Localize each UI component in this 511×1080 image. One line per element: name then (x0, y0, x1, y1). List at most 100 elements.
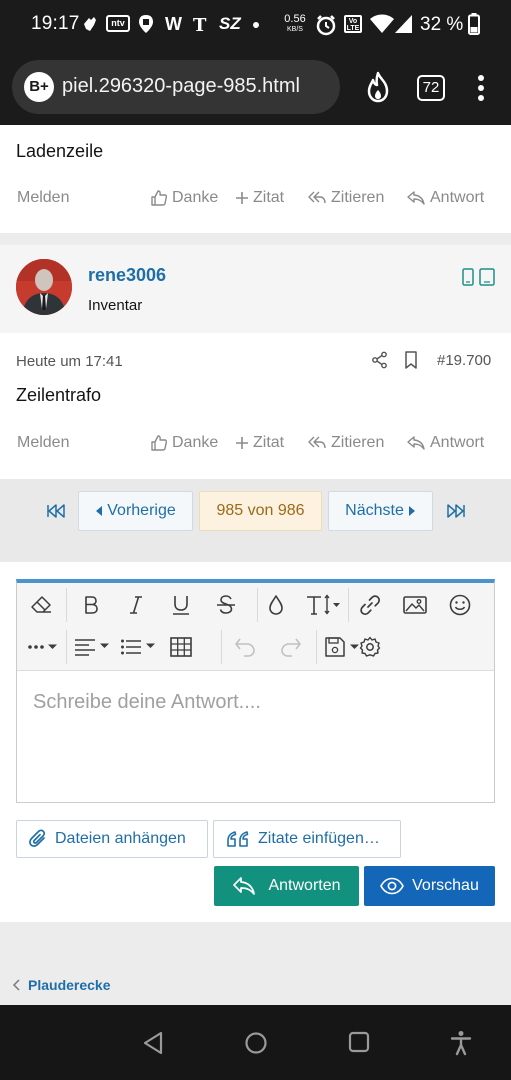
breadcrumb[interactable]: Plauderecke (12, 977, 111, 993)
thumbs-up-icon (151, 190, 168, 206)
alarm-icon (315, 14, 337, 36)
reply-icon (407, 436, 425, 450)
prev-label: Vorherige (107, 502, 176, 519)
redo-icon[interactable] (276, 632, 306, 662)
w-icon: W (165, 14, 182, 34)
submit-reply-button[interactable]: Antworten (214, 866, 359, 906)
report-link[interactable]: Melden (17, 189, 69, 207)
insert-quotes-button[interactable]: Zitate einfügen… (213, 820, 401, 858)
color-icon[interactable] (261, 590, 291, 620)
post-time[interactable]: Heute um 17:41 (16, 353, 123, 370)
browser-logo-icon[interactable]: B+ (24, 72, 54, 102)
bookmark-icon[interactable] (404, 351, 418, 369)
caret-left-icon (96, 506, 103, 516)
recents-icon[interactable] (348, 1031, 370, 1053)
hand-icon (80, 14, 100, 34)
reply-form: Schreibe deine Antwort.... Dateien anhän… (0, 562, 511, 922)
volte-icon: Vo LTE (344, 15, 362, 33)
image-icon[interactable] (400, 590, 430, 620)
quote-label: Zitat (253, 434, 285, 451)
table-icon[interactable] (166, 632, 196, 662)
like-label: Danke (172, 189, 219, 206)
post-zeilentrafo: rene3006 Inventar Heute um 17:41 #19.700… (0, 245, 511, 479)
quote-label: Zitat (253, 189, 285, 206)
first-page-icon[interactable] (46, 503, 66, 519)
toolbar-divider (221, 630, 222, 664)
flame-icon[interactable] (364, 71, 392, 103)
system-nav-bar (0, 1005, 511, 1080)
share-icon[interactable] (371, 351, 389, 369)
back-icon[interactable] (142, 1031, 164, 1055)
italic-icon[interactable] (121, 590, 151, 620)
next-page-button[interactable]: Nächste (328, 491, 433, 531)
emoji-icon[interactable] (445, 590, 475, 620)
more-menu-icon[interactable] (476, 74, 486, 102)
current-page-indicator[interactable]: 985 von 986 (199, 491, 322, 531)
preview-button[interactable]: Vorschau (364, 866, 495, 906)
prev-page-button[interactable]: Vorherige (78, 491, 193, 531)
address-bar[interactable]: B+ piel.296320-page-985.html (12, 60, 340, 114)
font-size-icon[interactable] (304, 590, 342, 620)
reply-quote-label: Zitieren (331, 189, 385, 206)
quote-button[interactable]: Zitat (235, 434, 284, 452)
insert-quotes-label: Zitate einfügen… (258, 830, 380, 847)
last-page-icon[interactable] (446, 503, 466, 519)
like-button[interactable]: Danke (150, 434, 218, 452)
reply-quote-button[interactable]: Zitieren (307, 189, 384, 207)
browser-toolbar: B+ piel.296320-page-985.html 72 (0, 50, 511, 125)
attach-files-label: Dateien anhängen (55, 830, 186, 847)
editor-toolbar (17, 583, 494, 671)
svg-text:T: T (193, 15, 207, 34)
reply-icon (407, 191, 425, 205)
quote-button[interactable]: Zitat (235, 189, 284, 207)
post-author: rene3006 Inventar (0, 245, 511, 333)
post-ladenzeile: Ladenzeile Melden Danke Zitat Zitieren A… (0, 125, 511, 233)
like-button[interactable]: Danke (150, 189, 218, 207)
reply-icon (233, 877, 256, 895)
net-speed: 0.56 KB/S (284, 13, 306, 34)
status-bar: 19:17 ntv W T SZ 0.56 KB/S Vo LTE 32 % (0, 0, 511, 50)
author-name[interactable]: rene3006 (88, 265, 166, 286)
preview-label: Vorschau (412, 877, 479, 894)
status-time: 19:17 (31, 13, 80, 34)
quote-icon (227, 831, 249, 847)
battery-icon (468, 13, 480, 35)
settings-icon[interactable] (355, 632, 385, 662)
home-icon[interactable] (244, 1031, 268, 1055)
toolbar-divider (66, 588, 67, 622)
reply-button[interactable]: Antwort (406, 189, 484, 207)
bold-icon[interactable] (76, 590, 106, 620)
align-icon[interactable] (73, 632, 113, 662)
attach-files-button[interactable]: Dateien anhängen (16, 820, 208, 858)
underline-icon[interactable] (166, 590, 196, 620)
toolbar-divider (316, 630, 317, 664)
avatar[interactable] (16, 259, 72, 315)
list-icon[interactable] (119, 632, 159, 662)
next-label: Nächste (345, 502, 404, 519)
signal-icon (395, 14, 413, 34)
strikethrough-icon[interactable] (211, 590, 241, 620)
chevron-left-icon (12, 979, 20, 991)
report-link[interactable]: Melden (17, 434, 69, 452)
like-label: Danke (172, 434, 219, 451)
tab-switcher[interactable]: 72 (417, 75, 445, 101)
url-text[interactable]: piel.296320-page-985.html (62, 75, 300, 98)
post-text: Ladenzeile (16, 141, 104, 161)
plus-icon (236, 192, 248, 204)
more-icon[interactable] (27, 632, 61, 662)
accessibility-icon[interactable] (450, 1030, 472, 1056)
wifi-icon (370, 14, 394, 34)
reply-input[interactable]: Schreibe deine Antwort.... (33, 691, 261, 714)
link-icon[interactable] (355, 590, 385, 620)
toolbar-divider (66, 630, 67, 664)
breadcrumb-label[interactable]: Plauderecke (28, 977, 111, 993)
reply-button[interactable]: Antwort (406, 434, 484, 452)
post-text: Zeilentrafo (16, 385, 102, 405)
undo-icon[interactable] (230, 632, 260, 662)
thumbs-up-icon (151, 435, 168, 451)
eraser-icon[interactable] (26, 590, 56, 620)
reply-quote-button[interactable]: Zitieren (307, 434, 384, 452)
paperclip-icon (29, 829, 46, 847)
post-number[interactable]: #19.700 (437, 352, 491, 369)
reply-all-icon (308, 436, 326, 449)
